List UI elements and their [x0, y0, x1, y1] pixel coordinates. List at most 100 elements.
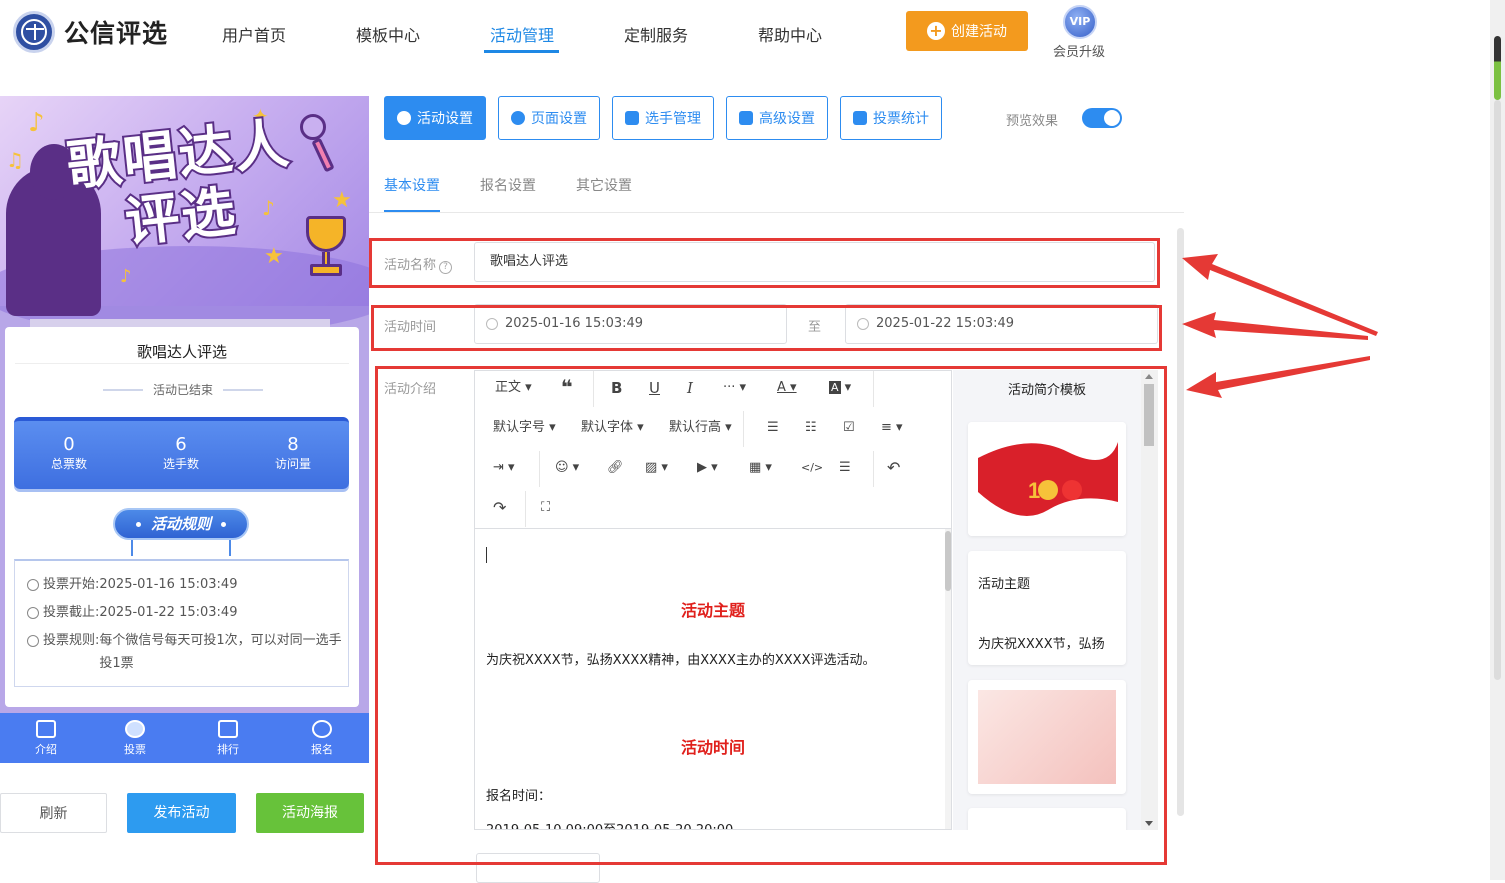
- rule-value: 2025-01-16 15:03:49: [99, 577, 238, 592]
- rule-key: 投票开始:: [43, 577, 100, 592]
- preview-banner: ♪ ♫ ♪ ♪ ✦ ★ ★ 歌唱达人 评选: [0, 96, 369, 336]
- users-icon: [625, 111, 639, 125]
- microphone-handle: [311, 137, 335, 173]
- divider: [15, 363, 349, 364]
- document-icon: [36, 720, 56, 738]
- create-activity-label: 创建活动: [951, 24, 1007, 40]
- clock-icon: [27, 579, 39, 591]
- tab-label: 页面设置: [531, 111, 587, 127]
- tab-label: 投票: [124, 743, 146, 756]
- tab-vote-statistics[interactable]: 投票统计: [840, 96, 942, 140]
- rules-box: 投票开始: 2025-01-16 15:03:49 投票截止: 2025-01-…: [14, 559, 349, 687]
- tab-signup[interactable]: 报名: [276, 713, 368, 763]
- tab-intro[interactable]: 介绍: [0, 713, 92, 763]
- preview-toggle[interactable]: [1082, 108, 1122, 128]
- subtab-basic[interactable]: 基本设置: [384, 175, 440, 195]
- create-activity-button[interactable]: + 创建活动: [906, 11, 1028, 51]
- info-icon: [27, 635, 39, 647]
- vip-icon[interactable]: VIP: [1063, 5, 1097, 39]
- tab-page-settings[interactable]: 页面设置: [498, 96, 600, 140]
- stat-label: 访问量: [274, 457, 311, 471]
- stat-value: 8: [287, 434, 299, 455]
- tab-activity-settings[interactable]: 活动设置: [384, 96, 486, 140]
- connector: [229, 540, 231, 556]
- activity-poster-button[interactable]: 活动海报: [256, 793, 364, 833]
- activity-status: 活动已结束: [103, 381, 263, 398]
- rule-vote-start: 投票开始: 2025-01-16 15:03:49: [27, 573, 237, 596]
- vote-icon: [125, 720, 145, 738]
- tab-label: 报名: [311, 743, 333, 756]
- vip-upgrade-link[interactable]: 会员升级: [1053, 41, 1105, 60]
- settings-list-icon: [739, 111, 753, 125]
- rules-title: 活动规则: [150, 515, 211, 533]
- highlight-box-name: [369, 238, 1160, 288]
- highlight-box-intro: [375, 366, 1167, 865]
- activity-info-card: 歌唱达人评选 活动已结束 0 总票数 6 选手数 8 访问量 活动规则 投票开始…: [5, 327, 359, 707]
- star-icon: [397, 111, 411, 125]
- connector: [131, 540, 133, 556]
- tab-label: 高级设置: [759, 111, 815, 127]
- stat-visits: 8 访问量: [248, 435, 338, 472]
- tab-ranking[interactable]: 排行: [182, 713, 274, 763]
- gear-icon: [511, 111, 525, 125]
- nav-home[interactable]: 用户首页: [222, 22, 286, 46]
- subtab-other[interactable]: 其它设置: [576, 175, 632, 195]
- page-scrollbar-track: [1494, 100, 1501, 680]
- music-note-icon: ♫: [6, 148, 24, 172]
- mobile-preview: ♪ ♫ ♪ ♪ ✦ ★ ★ 歌唱达人 评选 歌唱达人评选 活动已结束 0 总票数…: [0, 96, 369, 763]
- rule-vote-policy: 投票规则: 每个微信号每天可投1次，可以对同一选手投1票: [27, 629, 347, 675]
- stat-label: 选手数: [162, 457, 199, 471]
- subtab-baseline: [369, 212, 1184, 213]
- plus-icon: +: [927, 22, 945, 40]
- arrow-icon: [1182, 312, 1368, 340]
- dot: [221, 522, 226, 527]
- rule-value: 每个微信号每天可投1次，可以对同一选手投1票: [99, 633, 342, 671]
- stat-total-votes: 0 总票数: [24, 435, 114, 472]
- stat-candidates: 6 选手数: [136, 435, 226, 472]
- page-scrollbar-thumb[interactable]: [1494, 36, 1501, 100]
- nav-active-indicator: [484, 50, 559, 53]
- rule-key: 投票截止:: [43, 605, 100, 620]
- stats-panel: 0 总票数 6 选手数 8 访问量: [14, 417, 349, 489]
- toggle-knob: [1104, 110, 1120, 126]
- subtab-active-indicator: [384, 210, 440, 212]
- banner-title: 歌唱达人 评选: [62, 110, 300, 260]
- page-scrollbar[interactable]: [1490, 0, 1505, 880]
- stat-value: 6: [175, 434, 187, 455]
- annotation-arrows: [1182, 254, 1378, 398]
- tab-label: 选手管理: [645, 111, 701, 127]
- stat-value: 0: [63, 434, 75, 455]
- preview-activity-title: 歌唱达人评选: [136, 343, 227, 361]
- music-note-icon: ♪: [120, 266, 132, 287]
- rules-header: 活动规则: [113, 508, 249, 540]
- dot: [135, 522, 141, 527]
- rule-key: 投票规则:: [43, 633, 100, 648]
- logo-icon[interactable]: [13, 11, 55, 53]
- nav-help-center[interactable]: 帮助中心: [758, 22, 822, 46]
- stat-label: 总票数: [50, 457, 87, 471]
- tab-label: 排行: [217, 743, 239, 756]
- trophy-icon: [300, 216, 352, 278]
- subtab-signup[interactable]: 报名设置: [480, 175, 536, 195]
- music-note-icon: ♪: [28, 108, 45, 138]
- tab-label: 投票统计: [873, 111, 929, 127]
- microphone-icon: [300, 114, 326, 140]
- tab-label: 介绍: [35, 743, 57, 756]
- nav-activity-management[interactable]: 活动管理: [490, 22, 554, 46]
- top-navigation: 公信评选 用户首页 模板中心 活动管理 定制服务 帮助中心 + 创建活动 VIP…: [0, 0, 1505, 66]
- rule-value: 2025-01-22 15:03:49: [99, 605, 238, 620]
- highlight-box-time: [371, 305, 1162, 351]
- user-icon: [312, 720, 332, 738]
- star-icon: ★: [264, 244, 284, 269]
- tab-advanced-settings[interactable]: 高级设置: [726, 96, 828, 140]
- nav-custom-service[interactable]: 定制服务: [624, 22, 688, 46]
- refresh-button[interactable]: 刷新: [0, 793, 107, 833]
- arrow-icon: [1186, 356, 1370, 398]
- tab-vote[interactable]: 投票: [89, 713, 181, 763]
- preview-tabbar: 介绍 投票 排行 报名: [0, 713, 369, 763]
- publish-activity-button[interactable]: 发布活动: [127, 793, 236, 833]
- logo-text[interactable]: 公信评选: [64, 14, 168, 50]
- tab-label: 活动设置: [417, 111, 473, 127]
- tab-candidate-management[interactable]: 选手管理: [612, 96, 714, 140]
- nav-templates[interactable]: 模板中心: [356, 22, 420, 46]
